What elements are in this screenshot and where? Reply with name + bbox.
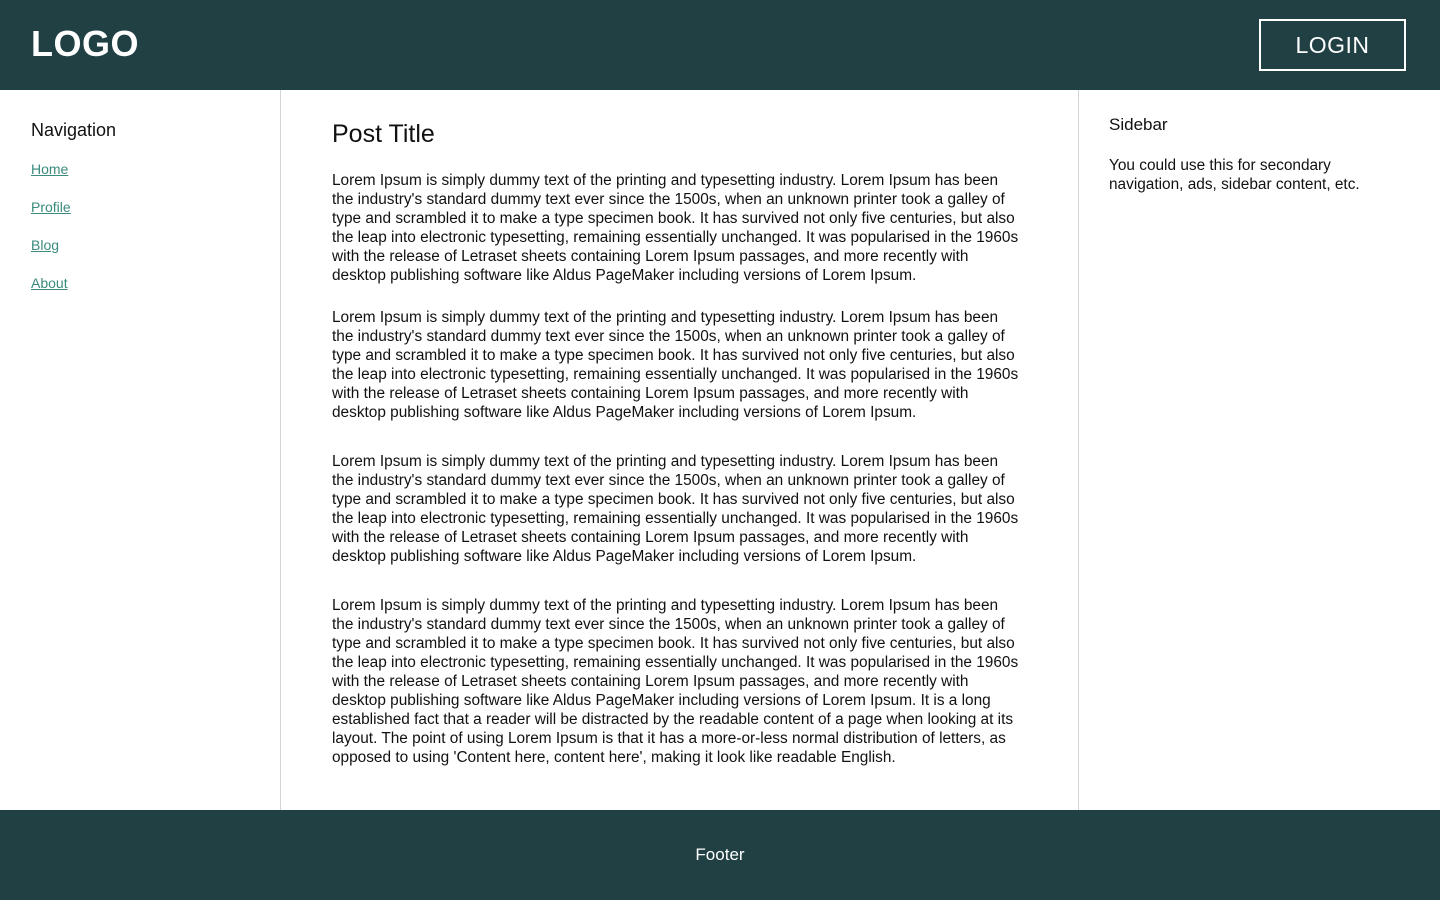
nav-link-home[interactable]: Home	[31, 161, 68, 177]
nav-item-home: Home	[31, 161, 71, 199]
site-footer: Footer	[0, 810, 1440, 900]
nav-item-profile: Profile	[31, 199, 71, 237]
sidebar: Sidebar You could use this for secondary…	[1079, 90, 1440, 810]
post-paragraph: Lorem Ipsum is simply dummy text of the …	[332, 453, 1019, 565]
nav-link-blog[interactable]: Blog	[31, 237, 59, 253]
post-paragraph: Lorem Ipsum is simply dummy text of the …	[332, 172, 1019, 284]
post-body: Lorem Ipsum is simply dummy text of the …	[332, 171, 1022, 767]
logo[interactable]: LOGO	[31, 22, 139, 66]
nav-item-about: About	[31, 275, 71, 313]
login-button[interactable]: LOGIN	[1259, 19, 1406, 71]
sidebar-text: You could use this for secondary navigat…	[1109, 157, 1360, 193]
sidebar-title: Sidebar	[1109, 115, 1168, 134]
main-content[interactable]: Post Title Lorem Ipsum is simply dummy t…	[281, 90, 1079, 810]
post-paragraph: Lorem Ipsum is simply dummy text of the …	[332, 597, 1019, 766]
site-header: LOGO LOGIN	[0, 0, 1440, 90]
nav-link-profile[interactable]: Profile	[31, 199, 71, 215]
navigation-heading: Navigation	[31, 120, 117, 140]
post-paragraph: Lorem Ipsum is simply dummy text of the …	[332, 309, 1019, 421]
footer-text: Footer	[695, 845, 745, 864]
nav-link-about[interactable]: About	[31, 275, 68, 291]
navigation-list: Home Profile Blog About	[31, 161, 71, 313]
navigation-panel: Navigation Home Profile Blog About	[0, 90, 281, 810]
post-title: Post Title	[332, 120, 435, 148]
nav-item-blog: Blog	[31, 237, 71, 275]
